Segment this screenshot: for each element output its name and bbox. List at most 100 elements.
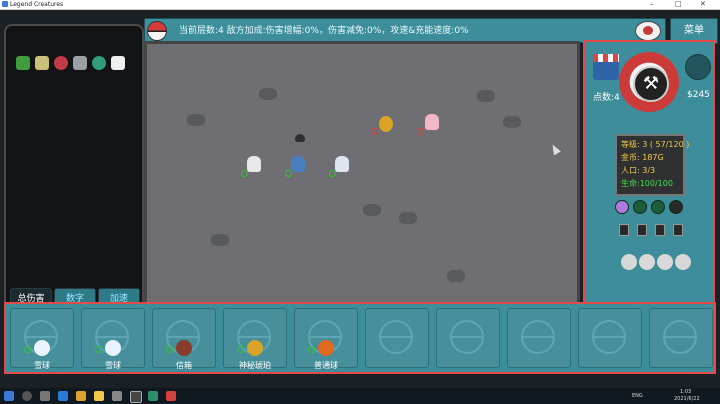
- minimize-button[interactable]: –: [650, 0, 654, 9]
- net-icon[interactable]: [73, 56, 87, 70]
- level-stat: 等级: 3 ( 57/120 ): [621, 140, 690, 149]
- bench-slot[interactable]: [365, 308, 429, 368]
- lock-icon: [673, 224, 683, 236]
- enemy-unit[interactable]: [425, 114, 439, 130]
- gold-stat: 金币: 187G: [621, 153, 664, 162]
- population-stat: 人口: 3/3: [621, 166, 656, 175]
- app-icon[interactable]: [166, 391, 176, 401]
- points-label: 点数:4: [593, 93, 620, 103]
- app-icon: [2, 1, 8, 7]
- pokeball-outline-icon: [450, 320, 484, 354]
- item-panel: 总伤害 数字 加速: [4, 24, 144, 314]
- pokeball-outline-icon: [663, 320, 697, 354]
- window-title: Legend Creatures: [10, 1, 64, 8]
- bench-slot[interactable]: [294, 308, 358, 368]
- bench-slot[interactable]: [81, 308, 145, 368]
- bench-slot[interactable]: [578, 308, 642, 368]
- player-panel: ⚒ 点数:4 $245 等级: 3 ( 57/120 ) 金币: 187G 人口…: [583, 40, 715, 306]
- bench-bar: 雪球 雪球 信箱 神秘琥珀 普通球: [4, 302, 716, 374]
- lock-icon: [619, 224, 629, 236]
- rock: [399, 212, 417, 224]
- taskview-icon[interactable]: [40, 391, 50, 401]
- lang-indicator[interactable]: ENG: [632, 393, 643, 399]
- bench-marker: [24, 346, 31, 353]
- bench-slot[interactable]: [507, 308, 571, 368]
- rock: [477, 90, 495, 102]
- lock-icon: [669, 200, 683, 214]
- berry-icon[interactable]: [54, 56, 68, 70]
- bench-item-icon[interactable]: [105, 340, 121, 356]
- orb-badge-icon[interactable]: [633, 200, 647, 214]
- view-toggle-icon[interactable]: [635, 21, 661, 41]
- clock-date[interactable]: 2021/6/22: [674, 396, 700, 402]
- rock: [447, 270, 465, 282]
- chrome-icon[interactable]: [76, 391, 86, 401]
- hammer-icon[interactable]: ⚒: [633, 66, 669, 102]
- bench-slot[interactable]: [10, 308, 74, 368]
- bench-item-icon[interactable]: [34, 340, 50, 356]
- bench-item-label: 神秘琥珀: [239, 361, 271, 370]
- empty-slot[interactable]: [621, 254, 637, 270]
- bench-item-label: 普通球: [314, 361, 338, 370]
- app-icon[interactable]: [112, 391, 122, 401]
- ally-unit[interactable]: [335, 156, 349, 172]
- money-label: $245: [687, 90, 710, 100]
- enemy-unit[interactable]: [295, 134, 305, 142]
- window-titlebar: Legend Creatures – □ ✕: [0, 0, 720, 10]
- start-icon[interactable]: [4, 391, 14, 401]
- edge-icon[interactable]: [58, 391, 68, 401]
- maximize-button[interactable]: □: [675, 0, 682, 9]
- empty-slot[interactable]: [639, 254, 655, 270]
- rock: [363, 204, 381, 216]
- badge-icon[interactable]: [651, 200, 665, 214]
- stack-icon[interactable]: [35, 56, 49, 70]
- plus-icon[interactable]: [615, 200, 629, 214]
- bench-item-icon[interactable]: [247, 340, 263, 356]
- game-taskbar-icon[interactable]: [148, 391, 158, 401]
- rock: [187, 114, 205, 126]
- item-list: [16, 56, 125, 70]
- stats-box: 等级: 3 ( 57/120 ) 金币: 187G 人口: 3/3 生命:100…: [615, 134, 690, 196]
- battle-map[interactable]: [144, 41, 580, 309]
- ally-unit[interactable]: [247, 156, 261, 172]
- pokeball-icon: [147, 21, 167, 41]
- empty-slot[interactable]: [675, 254, 691, 270]
- bench-slot[interactable]: [436, 308, 500, 368]
- lock-icon: [655, 224, 665, 236]
- floor-info-text: 当前层数:4 敌方加成:伤害增幅:0%，伤害减免:0%，攻速&充能速度:0%: [179, 26, 469, 36]
- bench-item-icon[interactable]: [176, 340, 192, 356]
- ally-marker: [285, 170, 292, 177]
- explorer-icon[interactable]: [94, 391, 104, 401]
- empty-slot[interactable]: [657, 254, 673, 270]
- ally-unit[interactable]: [291, 156, 305, 172]
- lock-icon: [637, 224, 647, 236]
- ally-marker: [241, 170, 248, 177]
- clock-time[interactable]: 1:03: [680, 389, 691, 395]
- trainer-avatar[interactable]: [685, 54, 711, 80]
- lock-row: [619, 224, 683, 236]
- bench-slot[interactable]: [649, 308, 713, 368]
- close-button[interactable]: ✕: [700, 0, 706, 9]
- enemy-marker: [417, 128, 424, 135]
- slot-circles: [621, 254, 691, 270]
- orb-icon[interactable]: [92, 56, 106, 70]
- enemy-marker: [371, 128, 378, 135]
- rock: [503, 116, 521, 128]
- rock: [259, 88, 277, 100]
- pokeball-outline-icon: [379, 320, 413, 354]
- bench-slot[interactable]: [152, 308, 216, 368]
- bench-item-label: 雪球: [34, 361, 50, 370]
- amber-item[interactable]: [379, 116, 393, 132]
- shop-icon[interactable]: [593, 54, 619, 80]
- bench-marker: [308, 346, 315, 353]
- game-area: 总伤害 数字 加速 当前层数:4 敌方加成:伤害增幅:0%，伤害减免:0%，攻速…: [0, 10, 720, 388]
- life-stat: 生命:100/100: [621, 179, 673, 188]
- bench-item-icon[interactable]: [318, 340, 334, 356]
- bench-slot[interactable]: [223, 308, 287, 368]
- wing-icon[interactable]: [111, 56, 125, 70]
- bench-marker: [95, 346, 102, 353]
- search-icon[interactable]: [22, 391, 32, 401]
- book-icon[interactable]: [16, 56, 30, 70]
- app-icon[interactable]: [130, 391, 142, 403]
- mouse-cursor: [549, 142, 561, 156]
